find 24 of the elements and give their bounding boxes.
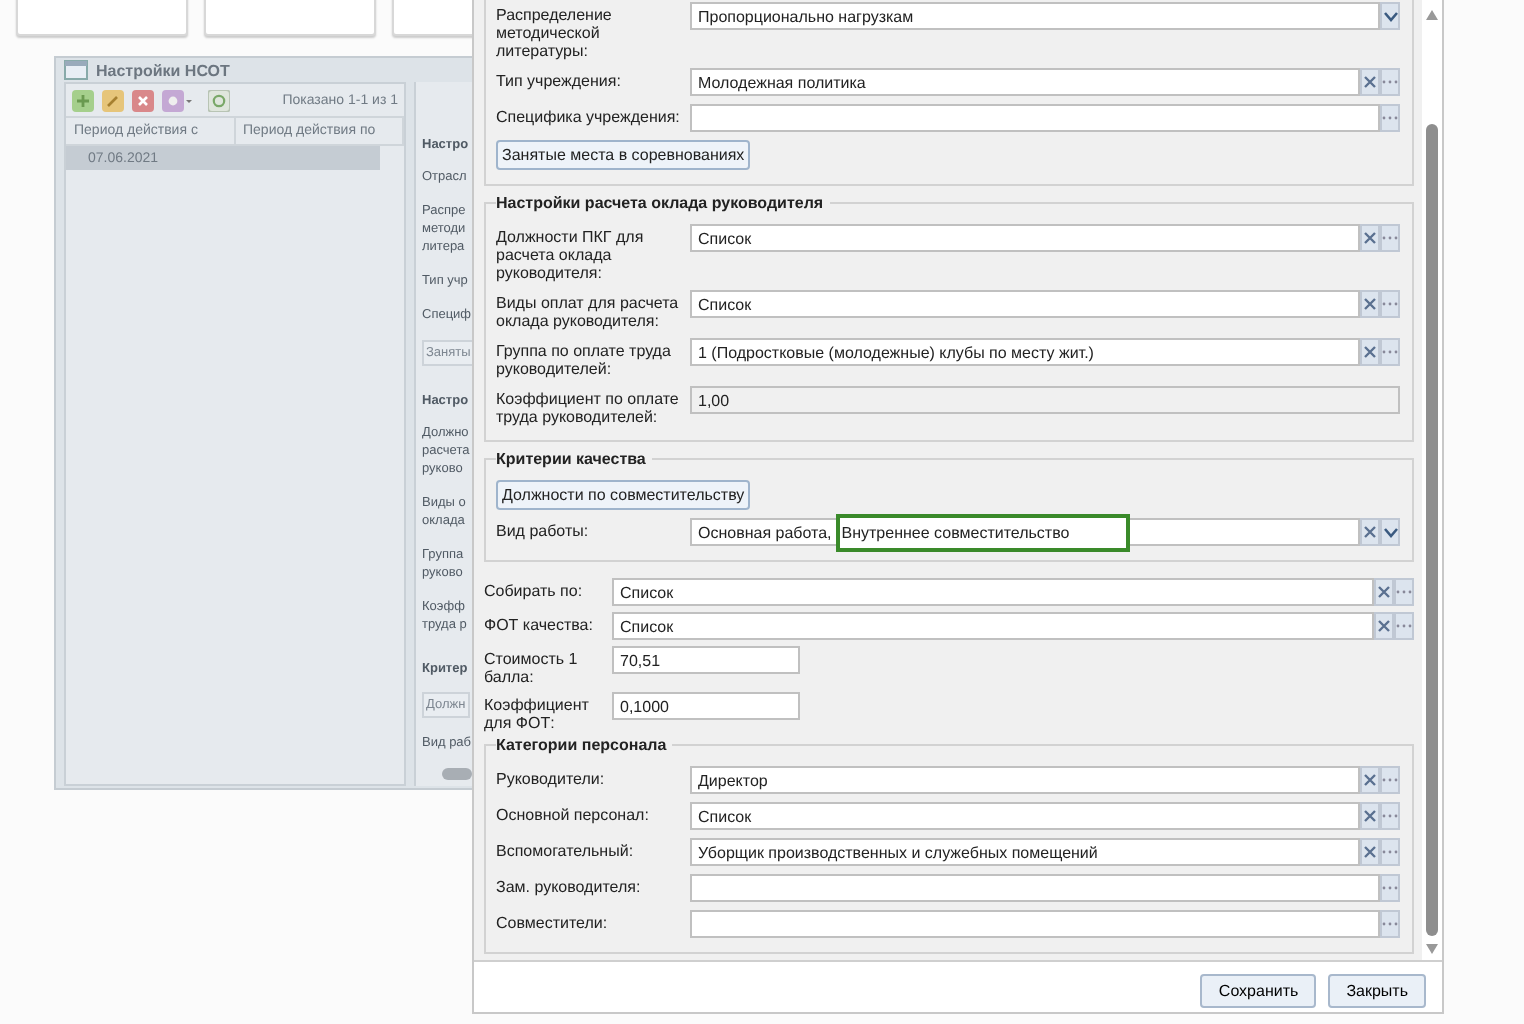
section-title: Настройки расчета оклада руководителя [496,194,830,212]
section-title: Критерии качества [496,450,652,468]
field-label: Группа по оплате труда руководителей: [496,340,673,378]
field-label: ФОТ качества: [484,614,595,634]
selected-value: Основная работа, [698,523,832,541]
field-label: Собирать по: [484,580,585,600]
field-label: Должности ПКГ для расчета оклада руководителя: [496,226,646,282]
field-label: Коэффициент по оплате труда руководителей: [496,388,681,426]
field-label: Основной персонал: [496,804,651,824]
field-label: Виды оплат для расчета оклада руководителя: [496,292,681,330]
field-label: Тип учреждения: [496,70,623,90]
highlighted-value: Внутреннее совместительство [835,513,1130,551]
field-label: Вид работы: [496,520,591,540]
section-title: Категории персонала [496,736,673,754]
field-label: Зам. руководителя: [496,876,643,896]
field-label: Специфика учреждения: [496,106,682,126]
field-label: Совместители: [496,912,610,932]
field-label: Распределение методической литературы: [496,4,614,60]
window-title: Настройки НСОТ [96,61,230,79]
field-label: Стоимость 1 балла: [484,648,580,686]
field-label: Коэффициент для ФОТ: [484,694,591,732]
field-label: Вспомогательный: [496,840,636,860]
readonly-field: 1,00 [690,386,1400,414]
field-label: Руководители: [496,768,607,788]
